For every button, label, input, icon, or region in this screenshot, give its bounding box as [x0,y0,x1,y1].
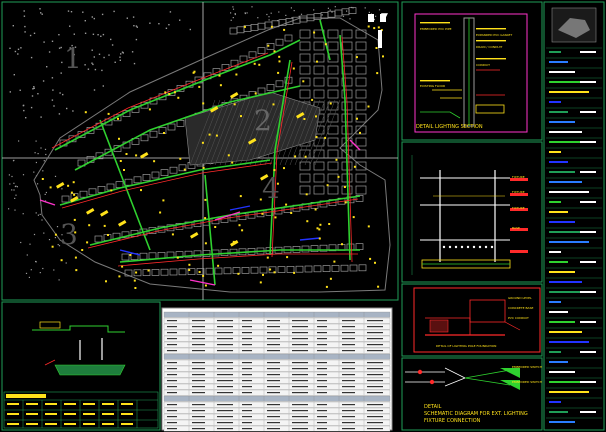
schedule-table [161,307,393,432]
pole-label-2: FIXTURE [512,190,525,194]
nav-arrow-up-icon[interactable]: ▲ [368,12,375,22]
cad-drawing-sheet: 1 2 3 4 ▲ ▼ DETAIL LIGHTING SECTION EMBE… [0,0,606,432]
red-label-1: GROUND LEVEL [508,296,532,300]
schematic-title-3: FIXTURE CONNECTION [424,418,481,424]
pole-label-1: FIXTURE [512,175,525,179]
pole-label-4: BASE [512,226,520,230]
dl-label-5: EXISTING FLOOR [420,84,446,88]
zone-label-4: 4 [262,172,280,205]
schematic-title-1: DETAIL [424,404,442,410]
red-label-3: PVC CONDUIT [508,316,529,320]
zone-label-3: 3 [60,218,78,251]
red-footnote: DETAIL OF LIGHTING POLE FOUNDATION [436,344,497,348]
dl-label-3: DRAIN / CONDUIT [476,45,503,49]
dl-label-2: EXPANDED PVC GASKET [476,33,513,37]
schematic-label-2: EMBEDDED SWITCH [512,380,542,384]
schematic-label-1: EMBEDDED SWITCH [512,365,542,369]
schematic-title-2: SCHEMATIC DIAGRAM FOR EXT. LIGHTING [424,411,528,417]
zone-label-2: 2 [254,104,272,137]
red-label-2: CONCRETE BASE [508,306,534,310]
nav-arrow-down-icon[interactable]: ▼ [381,12,388,22]
pole-label-3: FIXTURE [512,206,525,210]
dl-label-4: CONDUIT [476,63,490,67]
zone-label-1: 1 [64,42,82,75]
dl-label-1: EMBEDDED PVC PIPE [420,27,452,31]
detail-lighting-title: DETAIL LIGHTING SECTION [416,124,483,130]
